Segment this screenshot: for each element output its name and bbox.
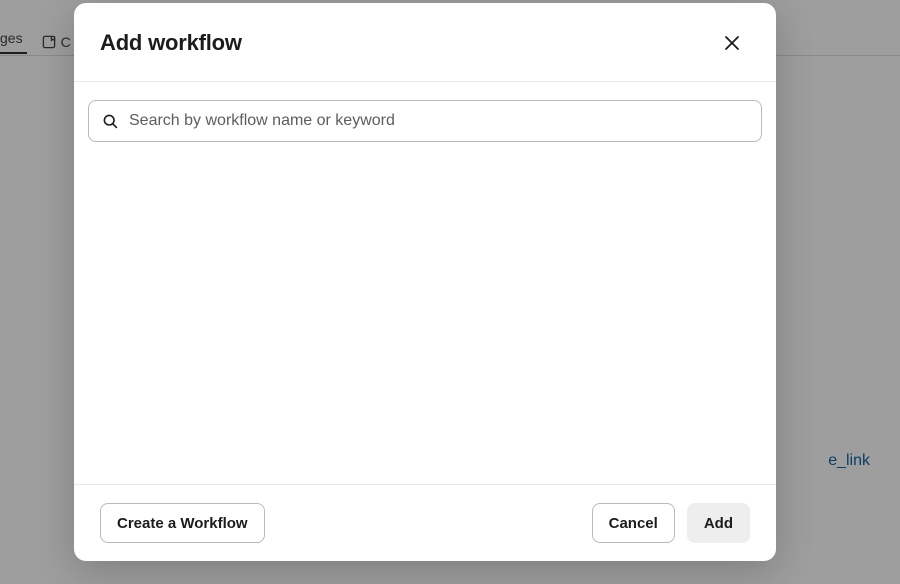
modal-body [74, 82, 776, 484]
add-workflow-modal: Add workflow Create a Workflow Cancel Ad… [74, 3, 776, 561]
cancel-button[interactable]: Cancel [592, 503, 675, 543]
footer-right-group: Cancel Add [592, 503, 750, 543]
add-button[interactable]: Add [687, 503, 750, 543]
search-input[interactable] [88, 100, 762, 142]
create-workflow-button[interactable]: Create a Workflow [100, 503, 265, 543]
modal-footer: Create a Workflow Cancel Add [74, 484, 776, 561]
close-button[interactable] [714, 25, 750, 61]
modal-header: Add workflow [74, 3, 776, 82]
modal-title: Add workflow [100, 30, 242, 56]
search-wrapper [88, 100, 762, 142]
close-icon [722, 33, 742, 53]
